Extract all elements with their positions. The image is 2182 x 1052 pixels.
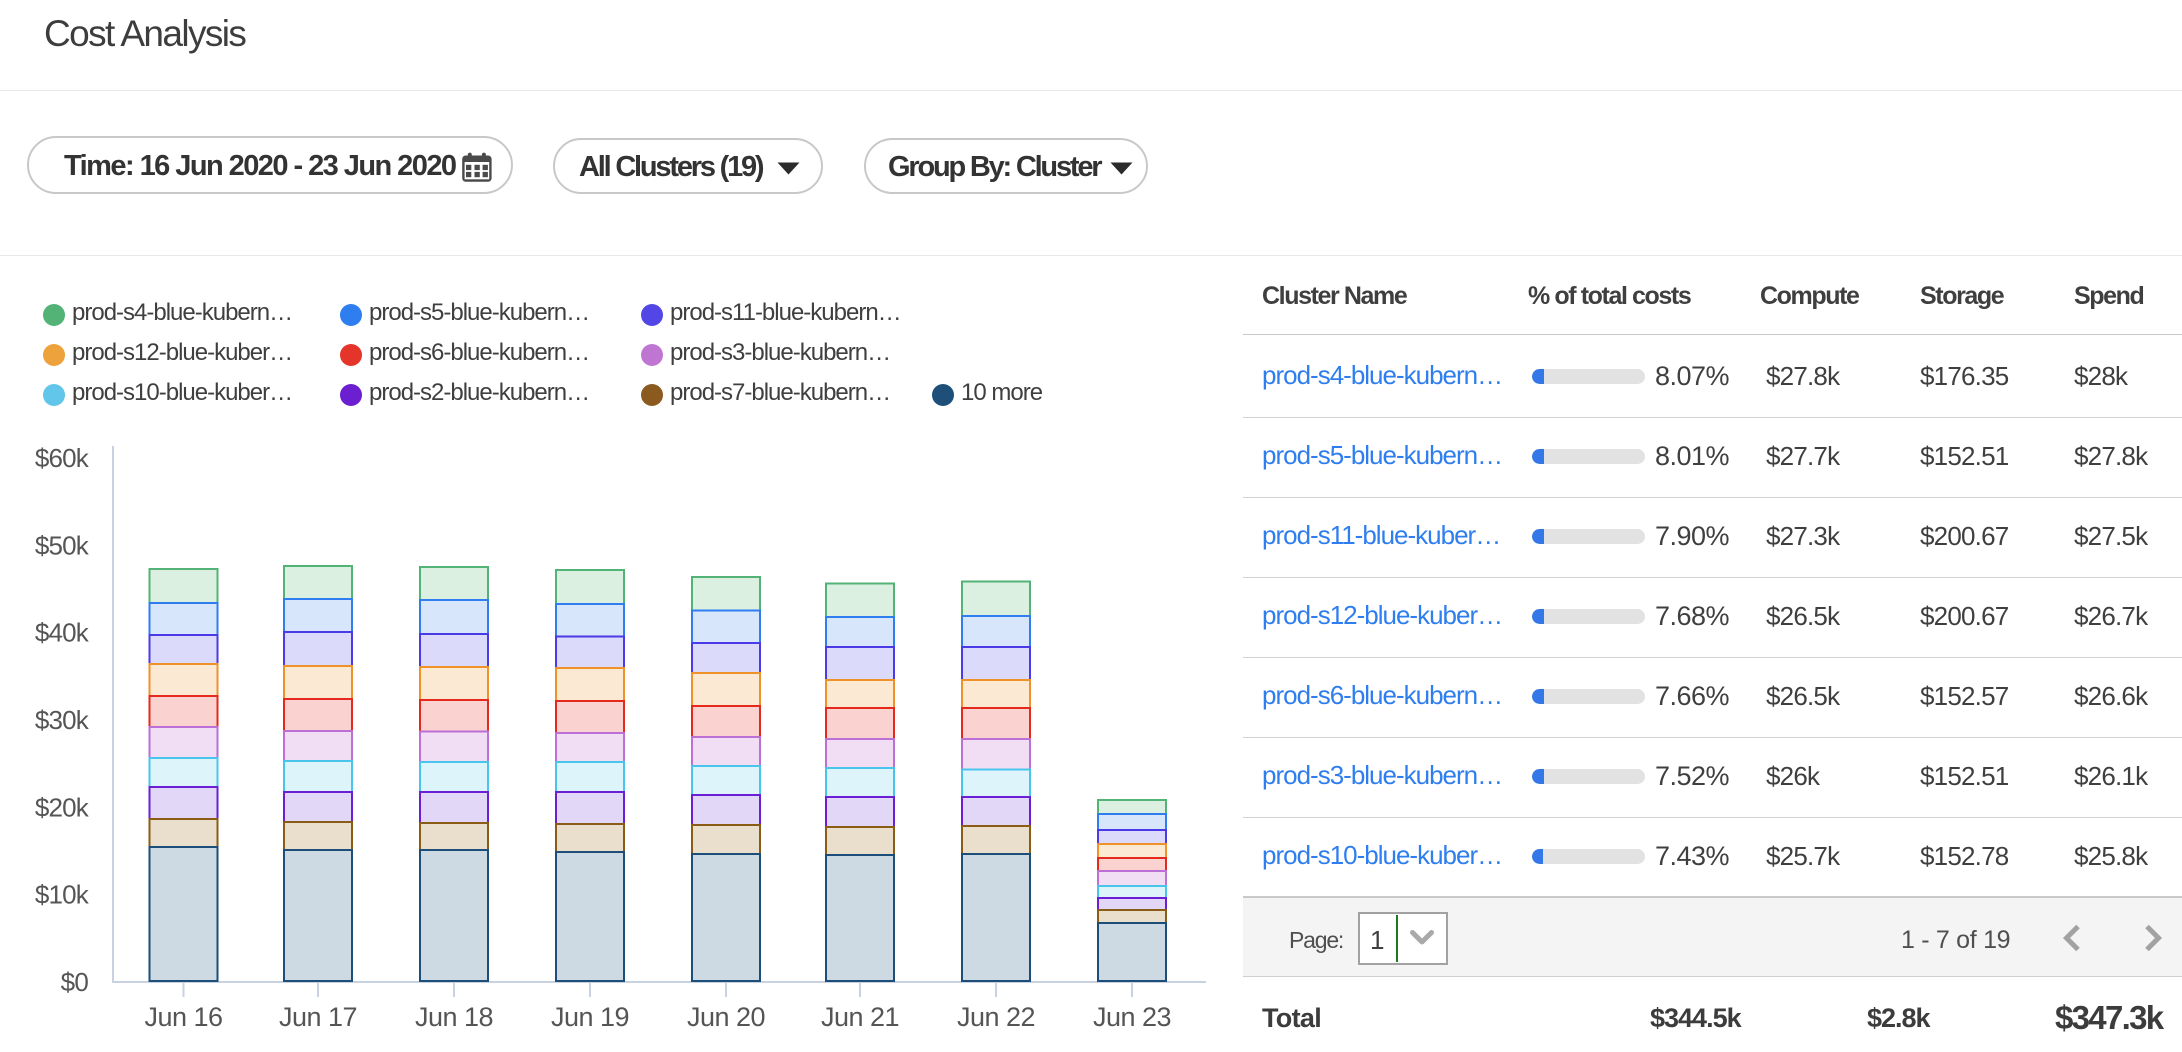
svg-text:Jun 22: Jun 22 <box>957 1002 1035 1032</box>
svg-text:Jun 17: Jun 17 <box>279 1002 357 1032</box>
svg-text:$30k: $30k <box>35 705 90 735</box>
svg-text:$50k: $50k <box>35 530 90 560</box>
svg-text:Jun 18: Jun 18 <box>415 1002 493 1032</box>
svg-text:Jun 21: Jun 21 <box>821 1002 899 1032</box>
svg-text:$0: $0 <box>61 967 89 997</box>
svg-text:$40k: $40k <box>35 618 90 648</box>
svg-text:Jun 23: Jun 23 <box>1093 1002 1171 1032</box>
svg-text:Jun 19: Jun 19 <box>551 1002 629 1032</box>
svg-text:Jun 16: Jun 16 <box>144 1002 222 1032</box>
svg-text:$60k: $60k <box>35 443 90 473</box>
svg-text:$10k: $10k <box>35 880 90 910</box>
svg-text:Jun 20: Jun 20 <box>687 1002 765 1032</box>
svg-text:$20k: $20k <box>35 792 90 822</box>
